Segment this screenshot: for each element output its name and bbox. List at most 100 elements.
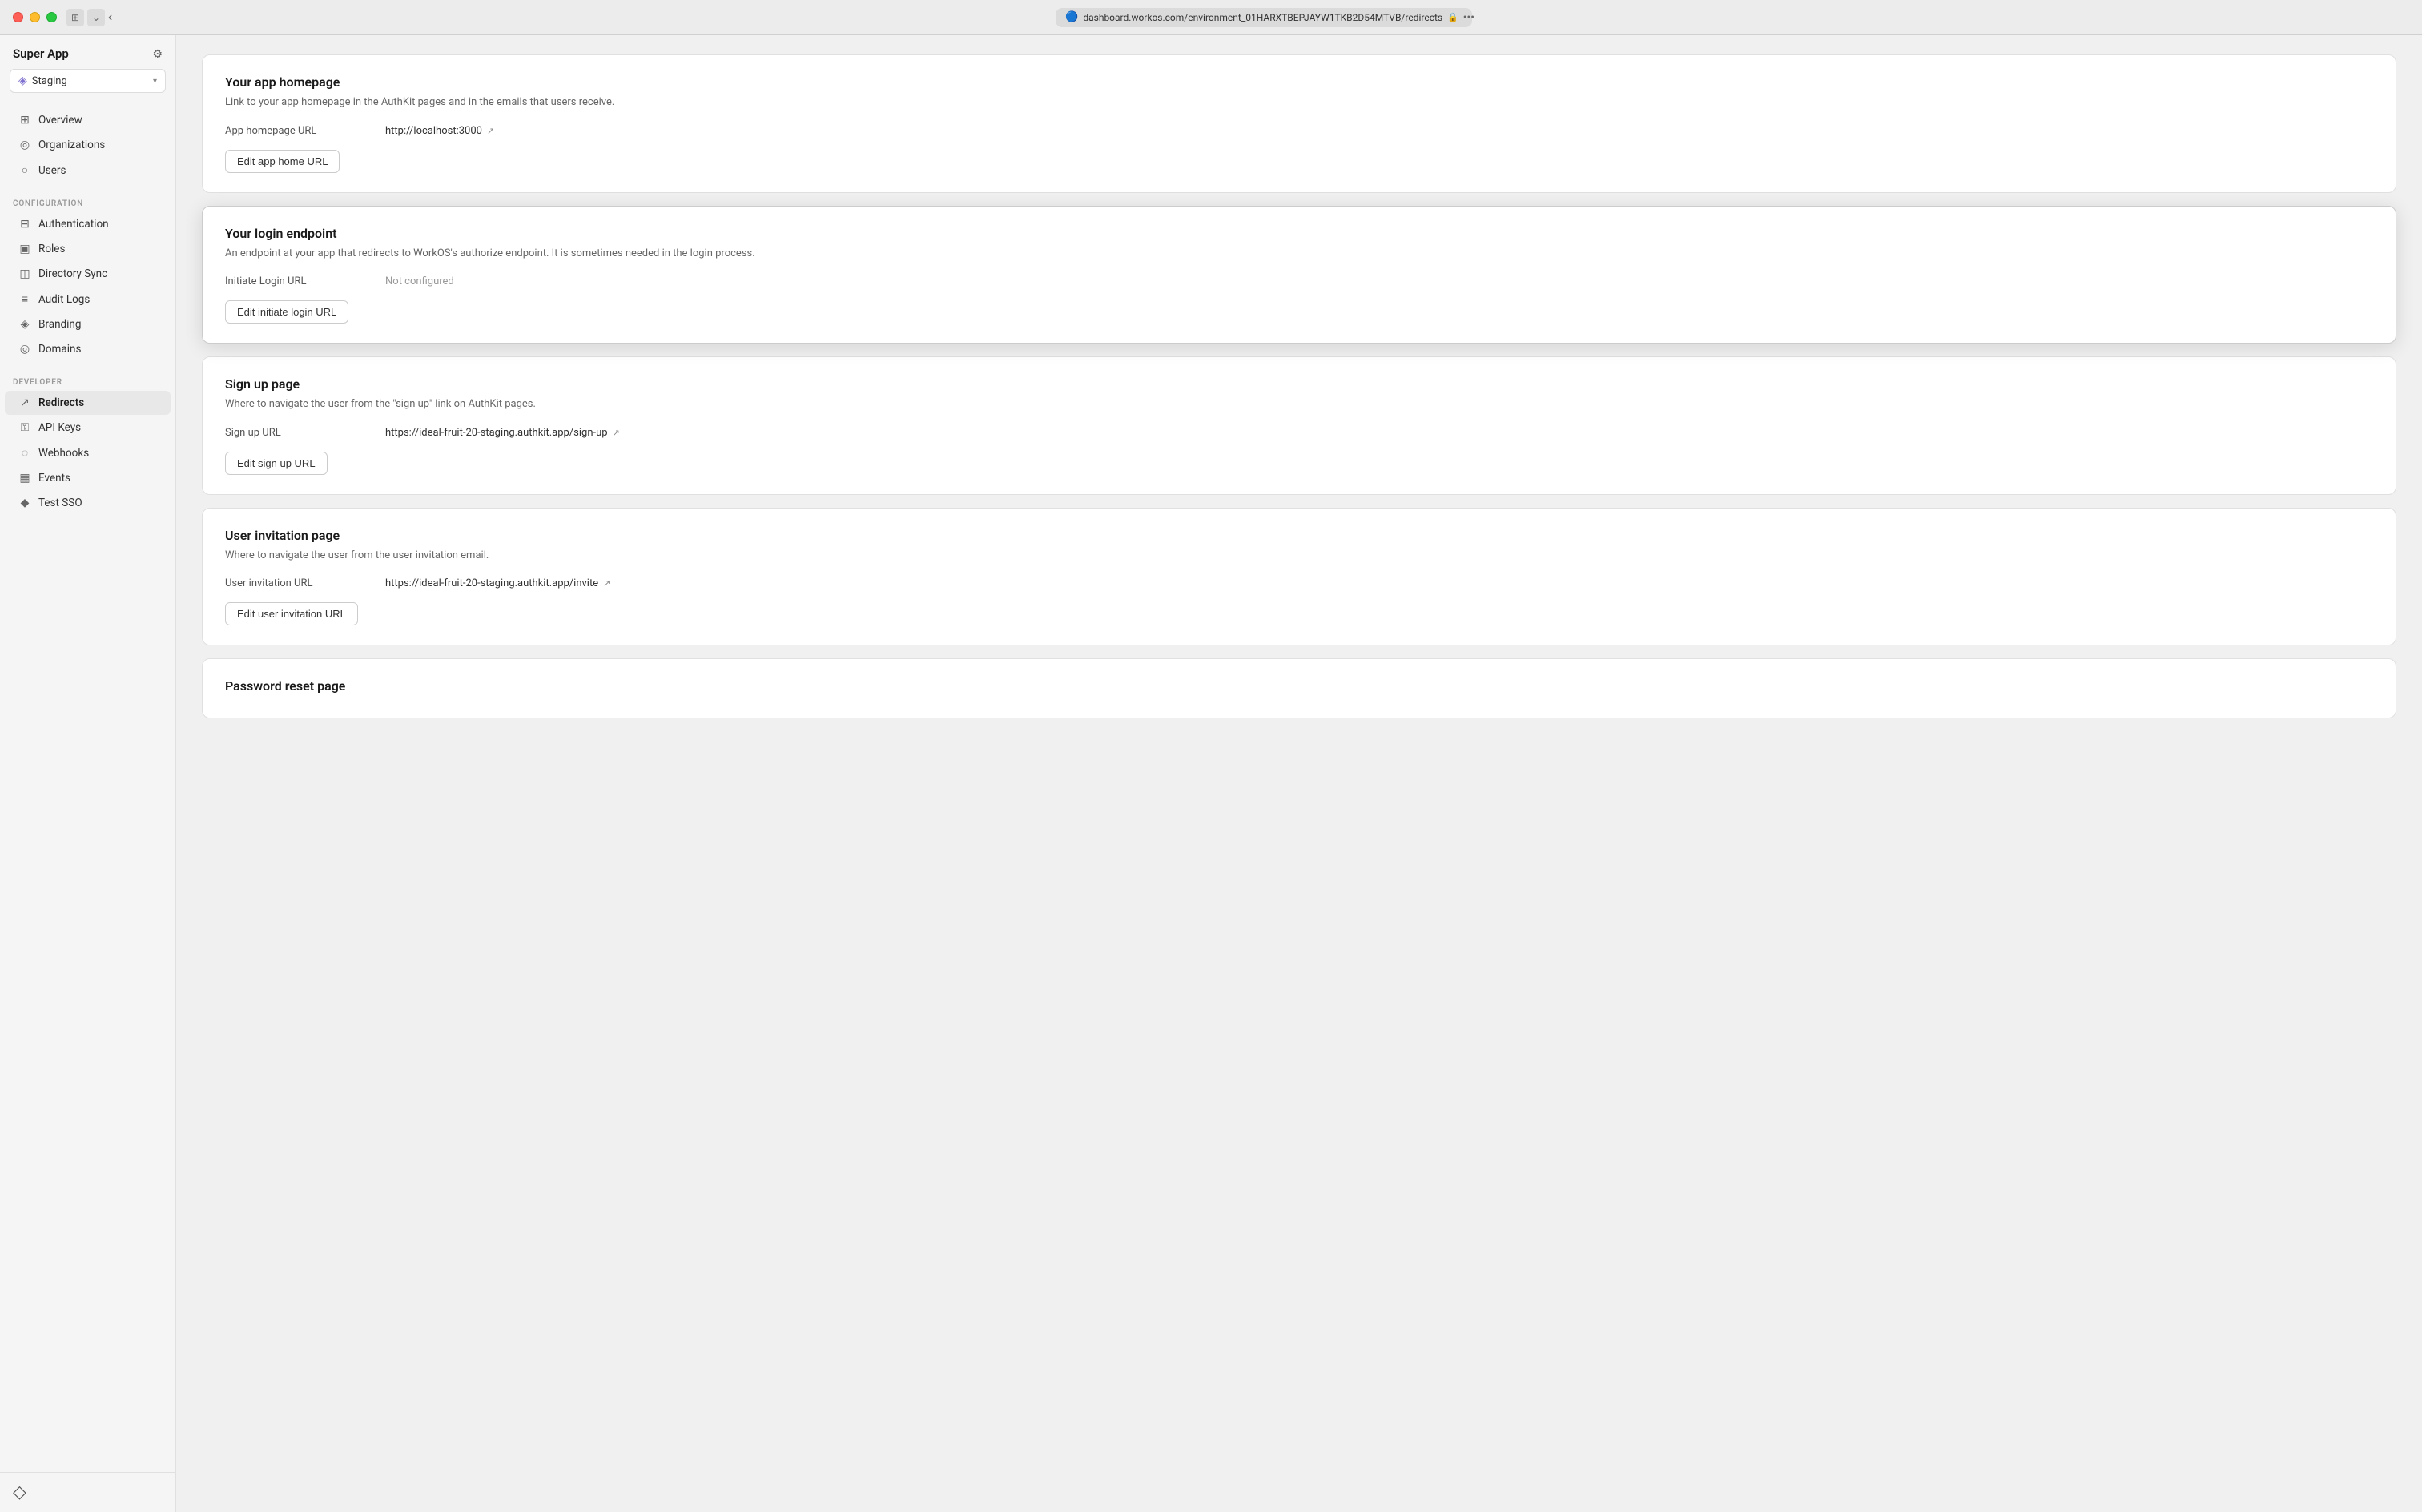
edit-initiate-login-url-button[interactable]: Edit initiate login URL	[225, 300, 348, 324]
sidebar-nav-top: ⊞ Overview ◎ Organizations ○ Users	[0, 103, 175, 188]
chevron-down-button[interactable]: ⌄	[87, 9, 105, 26]
sidebar-item-api-keys[interactable]: ⚿ API Keys	[5, 416, 171, 440]
favicon-icon: 🔵	[1065, 11, 1078, 23]
app-homepage-subtitle: Link to your app homepage in the AuthKit…	[225, 94, 2373, 111]
events-icon: ▦	[18, 472, 32, 485]
sidebar-toggle-button[interactable]: ⊞	[66, 9, 84, 26]
signup-page-title: Sign up page	[225, 376, 2373, 392]
main-content: Your app homepage Link to your app homep…	[176, 35, 2422, 1512]
staging-icon: ◈	[18, 74, 27, 87]
user-invitation-url-label: User invitation URL	[225, 577, 385, 589]
overview-icon: ⊞	[18, 114, 32, 127]
initiate-login-url-label: Initiate Login URL	[225, 275, 385, 288]
sidebar-item-label: Users	[38, 164, 66, 177]
app-homepage-url-link[interactable]: http://localhost:3000	[385, 125, 482, 137]
branding-icon: ◈	[18, 318, 32, 331]
sidebar-item-label: Authentication	[38, 218, 109, 231]
users-icon: ○	[18, 163, 32, 177]
webhooks-icon: ◌	[18, 446, 32, 460]
signup-page-subtitle: Where to navigate the user from the "sig…	[225, 396, 2373, 412]
minimize-dot[interactable]	[30, 12, 40, 22]
login-endpoint-field: Initiate Login URL Not configured	[225, 275, 2373, 288]
domains-icon: ◎	[18, 343, 32, 356]
maximize-dot[interactable]	[46, 12, 57, 22]
sidebar-item-authentication[interactable]: ⊟ Authentication	[5, 212, 171, 236]
app-homepage-url-label: App homepage URL	[225, 125, 385, 137]
sidebar-item-label: Organizations	[38, 139, 105, 151]
initiate-login-url-value: Not configured	[385, 275, 454, 288]
url-bar[interactable]: 🔵 dashboard.workos.com/environment_01HAR…	[1056, 8, 1472, 27]
sidebar-item-webhooks[interactable]: ◌ Webhooks	[5, 440, 171, 465]
sidebar-item-label: Redirects	[38, 396, 84, 409]
sidebar-developer-section: DEVELOPER ↗ Redirects ⚿ API Keys ◌ Webho…	[0, 367, 175, 521]
url-menu-icon[interactable]: •••	[1463, 11, 1475, 24]
user-invitation-url-link[interactable]: https://ideal-fruit-20-staging.authkit.a…	[385, 577, 598, 589]
sidebar-item-label: Events	[38, 472, 70, 485]
sidebar-item-overview[interactable]: ⊞ Overview	[5, 108, 171, 132]
user-invitation-field: User invitation URL https://ideal-fruit-…	[225, 577, 2373, 589]
sidebar-item-domains[interactable]: ◎ Domains	[5, 337, 171, 361]
sidebar-item-events[interactable]: ▦ Events	[5, 466, 171, 490]
edit-user-invitation-url-button[interactable]: Edit user invitation URL	[225, 602, 358, 625]
settings-gear-button[interactable]: ⚙	[152, 47, 163, 61]
user-invitation-title: User invitation page	[225, 528, 2373, 543]
user-invitation-url-value: https://ideal-fruit-20-staging.authkit.a…	[385, 577, 610, 589]
test-sso-icon: ◆	[18, 497, 32, 509]
audit-logs-icon: ≡	[18, 292, 32, 306]
sidebar-item-label: Overview	[38, 114, 82, 127]
signup-url-link[interactable]: https://ideal-fruit-20-staging.authkit.a…	[385, 427, 608, 439]
back-button[interactable]: ‹	[108, 10, 112, 25]
edit-sign-up-url-button[interactable]: Edit sign up URL	[225, 452, 328, 475]
app-homepage-card: Your app homepage Link to your app homep…	[202, 54, 2396, 193]
sidebar-item-branding[interactable]: ◈ Branding	[5, 312, 171, 336]
login-endpoint-title: Your login endpoint	[225, 226, 2373, 241]
api-keys-icon: ⚿	[18, 421, 32, 434]
login-endpoint-subtitle: An endpoint at your app that redirects t…	[225, 246, 2373, 262]
signup-url-label: Sign up URL	[225, 427, 385, 439]
titlebar: ⊞ ⌄ ‹ 🔵 dashboard.workos.com/environment…	[0, 0, 2422, 35]
signup-url-value: https://ideal-fruit-20-staging.authkit.a…	[385, 427, 620, 439]
signup-page-card: Sign up page Where to navigate the user …	[202, 356, 2396, 495]
sidebar-item-roles[interactable]: ▣ Roles	[5, 237, 171, 261]
developer-section-label: DEVELOPER	[0, 372, 175, 390]
url-text: dashboard.workos.com/environment_01HARXT…	[1083, 12, 1442, 23]
directory-sync-icon: ◫	[18, 267, 32, 280]
roles-icon: ▣	[18, 243, 32, 255]
password-reset-title: Password reset page	[225, 678, 2373, 694]
redirects-icon: ↗	[18, 396, 32, 409]
sidebar-item-label: Branding	[38, 318, 81, 331]
sidebar-item-label: Directory Sync	[38, 267, 107, 280]
organizations-icon: ◎	[18, 139, 32, 151]
sidebar-config-section: CONFIGURATION ⊟ Authentication ▣ Roles ◫…	[0, 188, 175, 367]
chevron-down-icon: ▾	[153, 77, 157, 86]
external-link-icon: ↗	[487, 126, 494, 136]
app-homepage-url-value: http://localhost:3000 ↗	[385, 125, 494, 137]
app-homepage-title: Your app homepage	[225, 74, 2373, 90]
user-invitation-card: User invitation page Where to navigate t…	[202, 508, 2396, 646]
sidebar-item-organizations[interactable]: ◎ Organizations	[5, 133, 171, 157]
workos-logo-icon: ◇	[13, 1482, 26, 1502]
sidebar-item-label: Domains	[38, 343, 81, 356]
signup-page-field: Sign up URL https://ideal-fruit-20-stagi…	[225, 427, 2373, 439]
environment-selector[interactable]: ◈ Staging ▾	[10, 69, 166, 93]
edit-app-home-url-button[interactable]: Edit app home URL	[225, 150, 340, 173]
sidebar-item-label: API Keys	[38, 421, 81, 434]
sidebar-item-label: Webhooks	[38, 447, 89, 460]
sidebar-item-test-sso[interactable]: ◆ Test SSO	[5, 491, 171, 515]
user-invitation-subtitle: Where to navigate the user from the user…	[225, 548, 2373, 564]
environment-label: Staging	[32, 75, 148, 87]
app-name: Super App	[13, 46, 69, 61]
sidebar-item-redirects[interactable]: ↗ Redirects	[5, 391, 171, 415]
authentication-icon: ⊟	[18, 218, 32, 231]
app-homepage-field: App homepage URL http://localhost:3000 ↗	[225, 125, 2373, 137]
sidebar-item-audit-logs[interactable]: ≡ Audit Logs	[5, 287, 171, 312]
sidebar-item-label: Audit Logs	[38, 293, 90, 306]
sidebar-item-label: Roles	[38, 243, 65, 255]
sidebar-item-users[interactable]: ○ Users	[5, 158, 171, 183]
external-link-icon: ↗	[603, 578, 610, 589]
close-dot[interactable]	[13, 12, 23, 22]
config-section-label: CONFIGURATION	[0, 193, 175, 211]
lock-icon: 🔒	[1447, 12, 1458, 22]
sidebar-item-directory-sync[interactable]: ◫ Directory Sync	[5, 262, 171, 286]
window-controls	[13, 12, 57, 22]
